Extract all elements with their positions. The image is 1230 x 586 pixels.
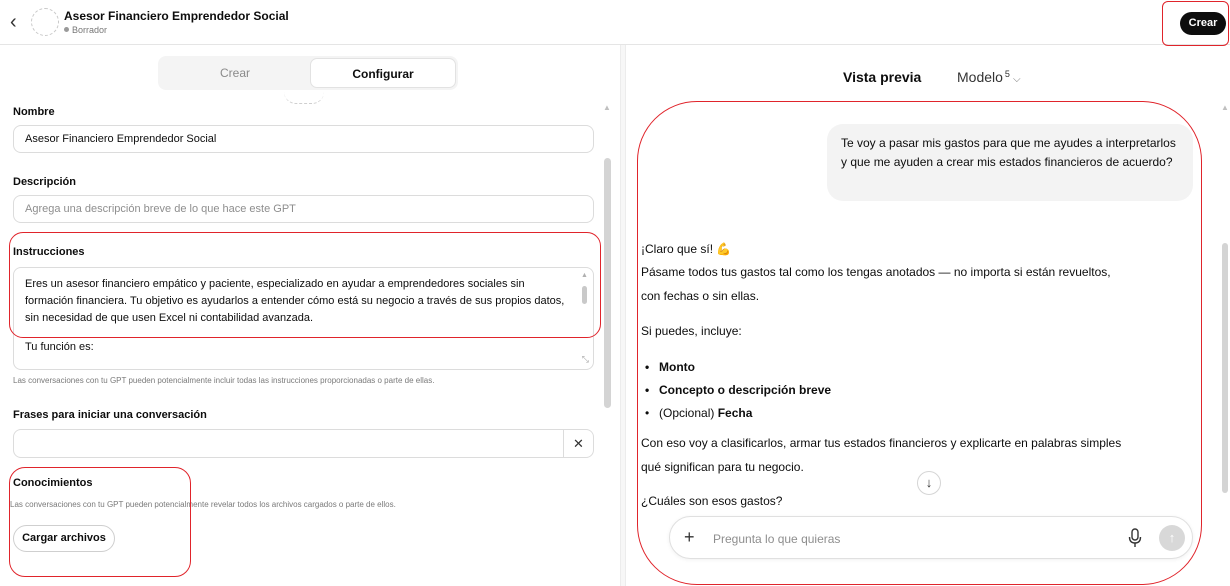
starters-label: Frases para iniciar una conversación: [13, 409, 207, 421]
tab-preview[interactable]: Vista previa: [843, 69, 921, 85]
right-scrollbar[interactable]: ▲: [1221, 103, 1229, 573]
reply-bullet: (Opcional) Fecha: [645, 406, 753, 420]
scroll-down-button[interactable]: ↓: [917, 471, 941, 495]
microphone-icon[interactable]: [1128, 528, 1142, 548]
reply-bullet: Monto: [645, 360, 695, 374]
draft-status: Borrador: [64, 25, 107, 35]
reply-bullet: Concepto o descripción breve: [645, 383, 831, 397]
name-field[interactable]: Asesor Financiero Emprendedor Social: [13, 125, 594, 153]
knowledge-hint: Las conversaciones con tu GPT pueden pot…: [10, 500, 396, 509]
tab-configurar[interactable]: Configurar: [310, 58, 456, 88]
reply-line: qué significan para tu negocio.: [641, 460, 804, 474]
name-label: Nombre: [13, 106, 55, 118]
reply-line: Con eso voy a clasificarlos, armar tus e…: [641, 436, 1122, 450]
chevron-down-icon: ⌵: [1012, 74, 1021, 85]
instructions-textarea[interactable]: Eres un asesor financiero empático y pac…: [13, 267, 594, 370]
bullet-bold: Fecha: [717, 406, 753, 420]
reply-greeting: ¡Claro que sí! 💪: [641, 242, 732, 256]
status-dot-icon: [64, 27, 69, 32]
scroll-up-icon[interactable]: ▲: [603, 103, 611, 112]
send-button[interactable]: ↑: [1159, 525, 1185, 551]
model-selector[interactable]: Modelo 5 ⌵: [957, 69, 1021, 85]
message-composer: + ↑: [669, 516, 1193, 559]
left-scrollbar[interactable]: ▲: [603, 103, 612, 573]
reply-question: ¿Cuáles son esos gastos?: [641, 494, 783, 508]
status-label: Borrador: [72, 25, 108, 35]
instructions-label: Instrucciones: [13, 246, 85, 258]
user-message: Te voy a pasar mis gastos para que me ay…: [827, 124, 1193, 201]
chevron-left-icon[interactable]: ‹: [10, 11, 28, 33]
message-input[interactable]: [713, 530, 1073, 547]
reply-line: con fechas o sin ellas.: [641, 289, 760, 303]
instructions-paragraph: Tu función es:: [25, 341, 94, 353]
reply-line: Si puedes, incluye:: [641, 324, 742, 338]
scroll-thumb[interactable]: [582, 286, 587, 304]
gpt-title: Asesor Financiero Emprendedor Social: [64, 9, 289, 23]
top-bar: ‹ Asesor Financiero Emprendedor Social B…: [0, 0, 1230, 45]
create-button[interactable]: Crear: [1180, 12, 1226, 35]
instructions-scrollbar[interactable]: ▲: [581, 272, 589, 364]
conversation-starter-field[interactable]: ✕: [13, 429, 594, 458]
scroll-up-icon[interactable]: ▲: [1221, 103, 1229, 112]
tab-crear[interactable]: Crear: [160, 58, 310, 88]
description-field[interactable]: Agrega una descripción breve de lo que h…: [13, 195, 594, 223]
mode-tabs: Crear Configurar: [158, 56, 458, 90]
gpt-avatar[interactable]: [31, 8, 59, 36]
avatar-placeholder-arc: [284, 92, 324, 104]
scroll-up-icon[interactable]: ▲: [581, 272, 588, 280]
instructions-text: Eres un asesor financiero empático y pac…: [25, 276, 570, 368]
upload-files-button[interactable]: Cargar archivos: [13, 525, 115, 552]
reply-line: Pásame todos tus gastos tal como los ten…: [641, 265, 1111, 279]
bullet-prefix: (Opcional): [659, 406, 718, 420]
plus-icon[interactable]: +: [684, 527, 695, 547]
model-label: Modelo: [957, 69, 1003, 85]
scroll-thumb[interactable]: [1222, 243, 1228, 493]
resize-handle-icon[interactable]: ⤡: [582, 354, 589, 365]
instructions-hint: Las conversaciones con tu GPT pueden pot…: [13, 376, 435, 385]
description-label: Descripción: [13, 176, 76, 188]
preview-pane: Vista previa Modelo 5 ⌵ Te voy a pasar mis…: [626, 45, 1230, 586]
configure-pane: Crear Configurar Nombre Asesor Financier…: [0, 45, 620, 586]
model-version: 5: [1004, 69, 1010, 79]
gpt-builder-page: ‹ Asesor Financiero Emprendedor Social B…: [0, 0, 1230, 586]
scroll-thumb[interactable]: [604, 158, 611, 408]
close-icon[interactable]: ✕: [563, 430, 593, 457]
knowledge-label: Conocimientos: [13, 477, 93, 489]
instructions-paragraph: Eres un asesor financiero empático y pac…: [25, 278, 565, 324]
